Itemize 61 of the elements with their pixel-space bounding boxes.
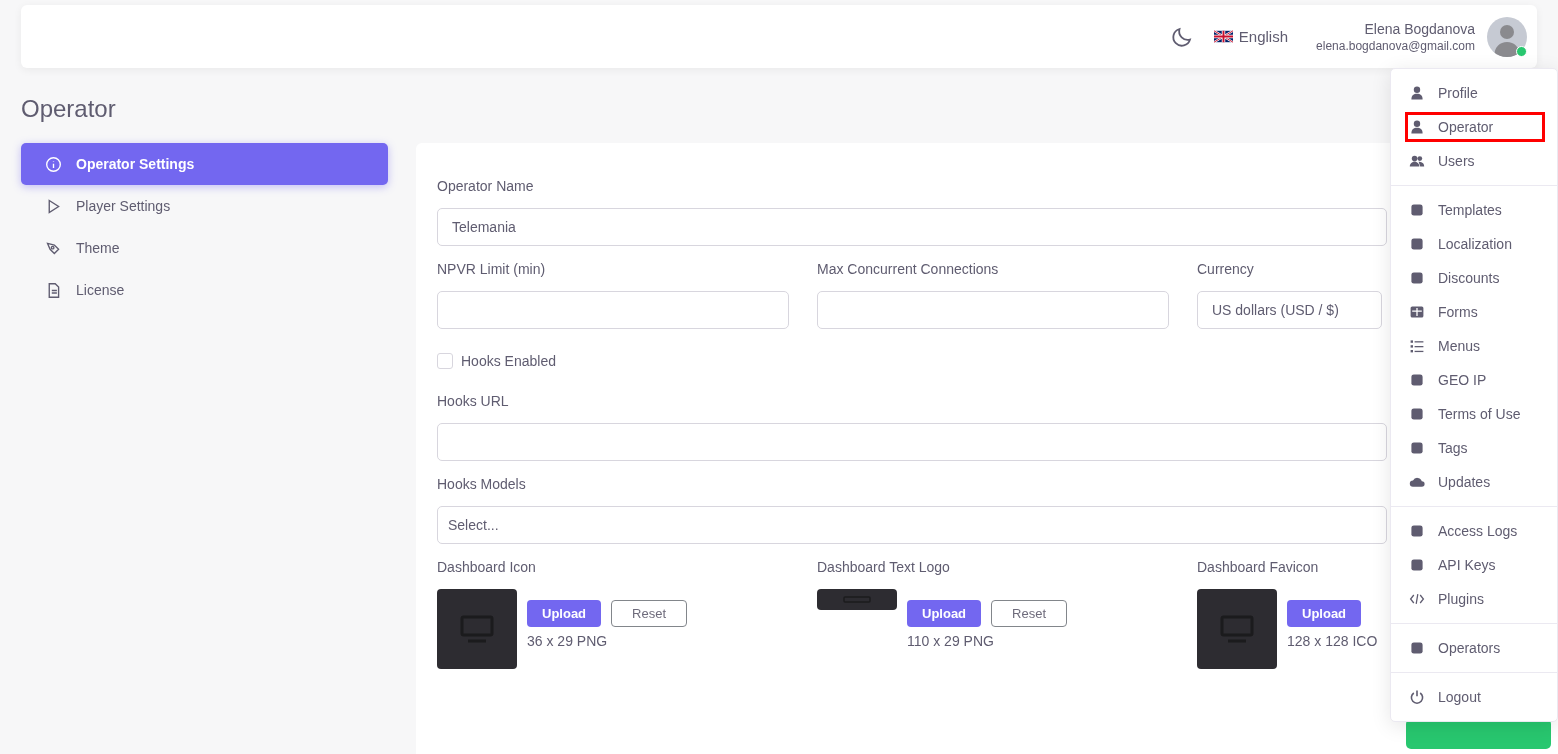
pen-icon [45,239,62,257]
hooks-models-select[interactable]: Select... [437,506,1387,544]
image-size-hint: 128 x 128 ICO [1287,633,1378,649]
menu-item[interactable]: Logout [1405,680,1545,714]
users-icon [1409,153,1425,169]
user-tie-icon [1409,119,1425,135]
field-label: NPVR Limit (min) [437,261,546,277]
avatar[interactable] [1487,16,1527,57]
field-label: Dashboard Text Logo [817,559,950,575]
menu-item[interactable]: Terms of Use [1405,397,1545,431]
table-icon [1409,304,1425,320]
menu-item[interactable]: API Keys [1405,548,1545,582]
npvr-limit-field[interactable] [437,291,789,329]
reset-button[interactable]: Reset [611,600,688,627]
menu-item[interactable]: Users [1405,144,1545,178]
sidebar-item[interactable]: Operator Settings [21,143,388,185]
menu-item[interactable]: Operator [1405,112,1545,142]
menu-item[interactable]: Access Logs [1405,514,1545,548]
page-title: Operator [21,94,117,124]
reset-button[interactable]: Reset [991,600,1068,627]
menu-item[interactable]: Forms [1405,295,1545,329]
menu-item[interactable]: Menus [1405,329,1545,363]
menu-item[interactable]: Operators [1405,631,1545,665]
user-email: elena.bogdanova@gmail.com [1316,38,1475,53]
menu-item[interactable]: GEO IP [1405,363,1545,397]
menu-item[interactable]: Plugins [1405,582,1545,616]
menu-item[interactable]: Templates [1405,193,1545,227]
sidebar-item[interactable]: Player Settings [21,185,388,227]
user-name: Elena Bogdanova [1364,20,1475,37]
code-icon [1409,591,1425,607]
field-label: Currency [1197,261,1254,277]
flag-icon [1213,30,1233,43]
currency-field[interactable]: US dollars (USD / $) [1197,291,1382,329]
user-icon [1409,85,1425,101]
info-icon [45,155,62,173]
checkbox-label: Hooks Enabled [461,353,556,369]
menu-item[interactable]: Localization [1405,227,1545,261]
upload-button[interactable]: Upload [907,600,982,627]
list-icon [1409,338,1425,354]
upload-button[interactable]: Upload [527,600,602,627]
language-selector[interactable]: English [1213,28,1289,45]
menu-item[interactable]: Updates [1405,465,1545,499]
hooks-url-field[interactable] [437,423,1387,461]
operator-name-field[interactable]: Telemania [437,208,1387,246]
field-label: Hooks Models [437,476,526,492]
field-label: Operator Name [437,178,534,194]
field-label: Dashboard Icon [437,559,536,575]
field-label: Hooks URL [437,393,509,409]
field-label: Dashboard Favicon [1197,559,1319,575]
sidebar-item[interactable]: License [21,269,388,311]
upload-button[interactable]: Upload [1287,600,1362,627]
menu-item[interactable]: Tags [1405,431,1545,465]
sidebar-item[interactable]: Theme [21,227,388,269]
menu-item[interactable]: Discounts [1405,261,1545,295]
image-size-hint: 36 x 29 PNG [527,633,609,649]
max-connections-field[interactable] [817,291,1169,329]
field-label: Max Concurrent Connections [817,261,999,277]
checkbox[interactable] [437,353,453,369]
menu-item[interactable]: Profile [1405,76,1545,110]
image-size-hint: 110 x 29 PNG [907,633,995,649]
power-icon [1409,689,1425,705]
